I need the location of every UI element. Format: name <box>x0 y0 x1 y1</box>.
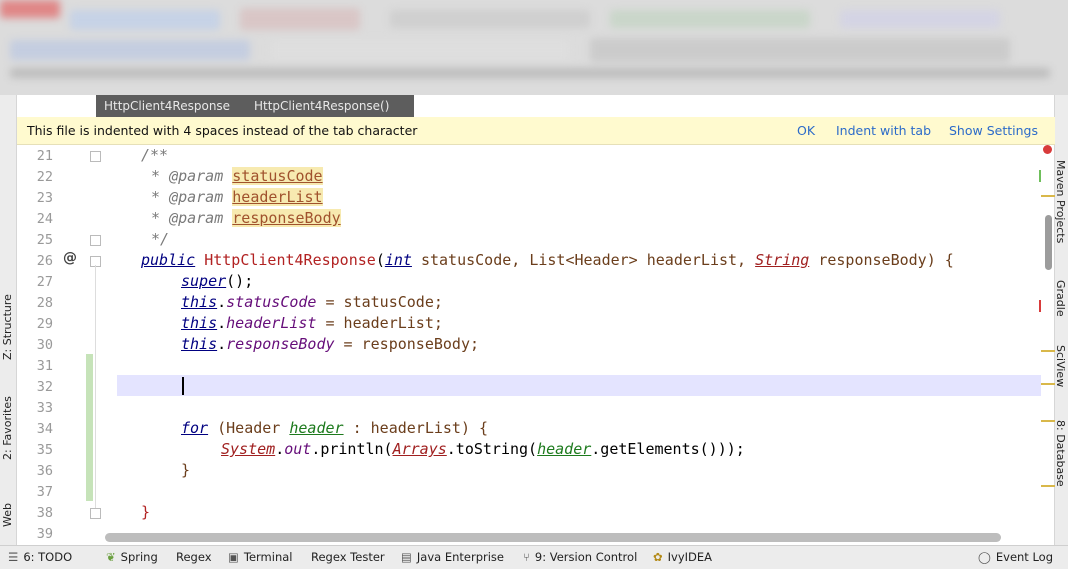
line-number: 32 <box>36 379 53 395</box>
event-log-tool-button[interactable]: ◯ Event Log <box>978 550 1053 564</box>
show-settings-link[interactable]: Show Settings <box>949 123 1038 138</box>
vertical-scrollbar-thumb[interactable] <box>1045 215 1052 270</box>
warning-stripe-marker[interactable] <box>1041 350 1055 352</box>
code-line-38: } <box>141 503 151 521</box>
version-control-tool-button[interactable]: ⑂ 9: Version Control <box>523 550 637 564</box>
line-number: 28 <box>36 295 53 311</box>
fold-guide <box>95 265 96 508</box>
sciview-tool-tab[interactable]: SciView <box>1054 345 1067 387</box>
breadcrumb-class[interactable]: HttpClient4Response <box>96 95 258 117</box>
database-tool-tab[interactable]: 8: Database <box>1054 420 1067 487</box>
fold-toggle-icon[interactable] <box>90 151 101 162</box>
terminal-icon: ▣ <box>228 550 239 564</box>
code-line-29: this.headerList = headerList; <box>181 314 443 332</box>
warning-stripe-marker[interactable] <box>1041 195 1055 197</box>
vcs-icon: ⑂ <box>523 550 530 564</box>
favorites-tool-tab[interactable]: 2: Favorites <box>1 396 14 460</box>
line-number: 39 <box>36 526 53 542</box>
regex-tool-button[interactable]: Regex <box>176 550 212 564</box>
structure-tool-tab[interactable]: Z: Structure <box>1 294 14 360</box>
line-number: 24 <box>36 211 53 227</box>
ok-link[interactable]: OK <box>797 123 815 138</box>
code-line-26: public HttpClient4Response(int statusCod… <box>141 251 954 269</box>
indent-with-tab-link[interactable]: Indent with tab <box>836 123 931 138</box>
notification-message: This file is indented with 4 spaces inst… <box>27 123 418 138</box>
line-number: 36 <box>36 463 53 479</box>
code-line-30: this.responseBody = responseBody; <box>181 335 480 353</box>
line-number: 33 <box>36 400 53 416</box>
line-number: 22 <box>36 169 53 185</box>
line-number: 27 <box>36 274 53 290</box>
spring-tool-button[interactable]: ❦ Spring <box>106 550 158 564</box>
code-line-25: */ <box>151 230 170 248</box>
event-log-icon: ◯ <box>978 550 991 564</box>
maven-projects-tool-tab[interactable]: Maven Projects <box>1054 160 1067 243</box>
left-tool-strip: Z: Structure 2: Favorites Web <box>0 95 17 545</box>
java-enterprise-tool-button[interactable]: ▤ Java Enterprise <box>401 550 504 564</box>
breadcrumb-method[interactable]: HttpClient4Response() <box>246 95 414 117</box>
line-number: 29 <box>36 316 53 332</box>
code-editor[interactable]: 21 22 23 24 25 26 27 28 29 30 31 32 33 3… <box>17 145 1041 545</box>
code-line-27: super(); <box>181 272 254 290</box>
line-number: 26 <box>36 253 53 269</box>
line-number: 35 <box>36 442 53 458</box>
indent-notification-bar: This file is indented with 4 spaces inst… <box>17 117 1055 145</box>
horizontal-scrollbar-thumb[interactable] <box>105 533 1001 542</box>
line-number: 37 <box>36 484 53 500</box>
web-tool-tab[interactable]: Web <box>1 503 14 527</box>
code-line-28: this.statusCode = statusCode; <box>181 293 443 311</box>
terminal-tool-button[interactable]: ▣ Terminal <box>228 550 292 564</box>
code-line-21: /** <box>141 146 169 164</box>
warning-stripe-marker[interactable] <box>1041 485 1055 487</box>
vcs-change-marker[interactable] <box>86 354 93 501</box>
code-line-23: * @param headerList <box>151 188 323 206</box>
bottom-tool-bar: ☰ 6: TODO ❦ Spring Regex ▣ Terminal Regex T… <box>0 545 1068 569</box>
line-number: 25 <box>36 232 53 248</box>
right-tool-strip: Maven Projects Gradle SciView 8: Databas… <box>1054 95 1068 545</box>
line-number: 34 <box>36 421 53 437</box>
error-indicator-icon[interactable] <box>1043 145 1052 154</box>
override-annotation-icon[interactable]: @ <box>63 250 77 266</box>
code-line-22: * @param statusCode <box>151 167 323 185</box>
warning-stripe-marker[interactable] <box>1041 420 1055 422</box>
code-line-24: * @param responseBody <box>151 209 341 227</box>
code-line-34: for (Header header : headerList) { <box>181 419 489 437</box>
change-stripe-marker[interactable] <box>1039 170 1041 182</box>
editor-gutter: 21 22 23 24 25 26 27 28 29 30 31 32 33 3… <box>17 145 117 545</box>
code-line-36: } <box>181 461 191 479</box>
warning-stripe-marker[interactable] <box>1041 383 1055 385</box>
line-number: 21 <box>36 148 53 164</box>
ivyidea-tool-button[interactable]: ✿ IvyIDEA <box>653 550 712 564</box>
error-stripe-marker[interactable] <box>1039 300 1041 312</box>
todo-icon: ☰ <box>8 550 19 564</box>
line-number: 31 <box>36 358 53 374</box>
line-number: 30 <box>36 337 53 353</box>
todo-tool-button[interactable]: ☰ 6: TODO <box>8 550 72 564</box>
spring-icon: ❦ <box>106 550 116 564</box>
ivy-icon: ✿ <box>653 550 663 564</box>
current-line-highlight <box>17 375 1041 396</box>
line-number: 23 <box>36 190 53 206</box>
blurred-toolbar-area <box>0 0 1068 95</box>
text-caret <box>182 377 184 395</box>
fold-toggle-icon[interactable] <box>90 235 101 246</box>
java-enterprise-icon: ▤ <box>401 550 412 564</box>
fold-toggle-icon[interactable] <box>90 508 101 519</box>
code-line-35: System.out.println(Arrays.toString(heade… <box>221 440 745 458</box>
gradle-tool-tab[interactable]: Gradle <box>1054 280 1067 317</box>
line-number: 38 <box>36 505 53 521</box>
regex-tester-tool-button[interactable]: Regex Tester <box>311 550 385 564</box>
